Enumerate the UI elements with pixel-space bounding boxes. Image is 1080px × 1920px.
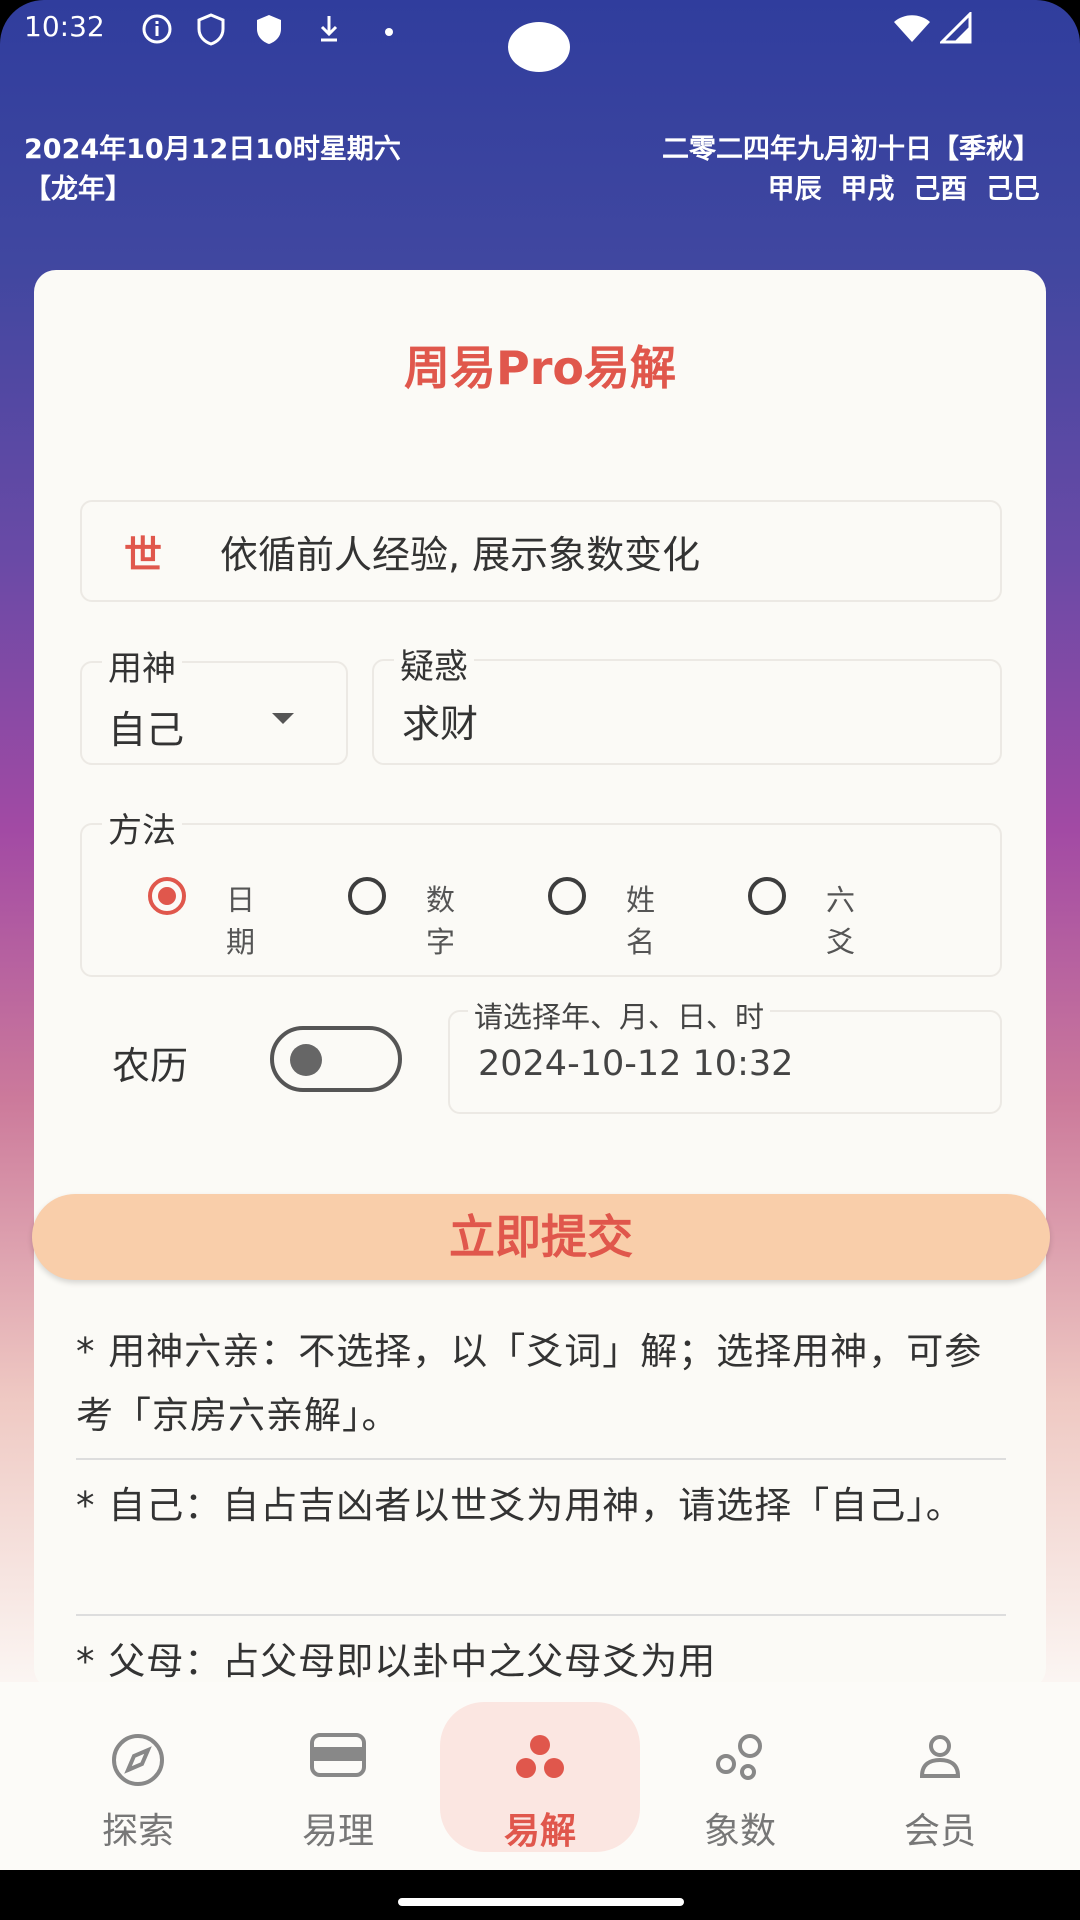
divider — [76, 1458, 1006, 1460]
nav-label: 象数 — [703, 1811, 776, 1852]
radio-liuyao-label: 六爻 — [826, 883, 856, 959]
lunar-label: 农历 — [112, 1044, 189, 1088]
radio-date-label: 日期 — [226, 883, 256, 959]
nav-theory[interactable]: 易理 — [258, 1702, 418, 1852]
radio-liuyao[interactable] — [748, 877, 786, 915]
question-value: 求财 — [402, 702, 479, 746]
nav-explore[interactable]: 探索 — [58, 1702, 218, 1852]
ganzhi-line: 甲辰 甲戌 己酉 己巳 — [767, 174, 1040, 205]
question-field[interactable]: 疑惑 求财 — [372, 639, 1002, 765]
datetime-label: 请选择年、月、日、时 — [468, 994, 771, 1036]
toggle-knob — [290, 1044, 322, 1076]
motto-text: 依循前人经验, 展示象数变化 — [220, 533, 701, 577]
card-icon — [309, 1732, 367, 1782]
info-icon — [140, 12, 174, 50]
radio-number[interactable] — [348, 877, 386, 915]
status-time: 10:32 — [24, 10, 105, 43]
wifi-icon — [892, 12, 932, 48]
divider — [76, 1614, 1006, 1616]
radio-date[interactable] — [148, 877, 186, 915]
note-item: * 用神六亲：不选择，以「爻词」解；选择用神，可参考「京房六亲解」。 — [76, 1330, 983, 1437]
lunar-date-line: 二零二四年九月初十日【季秋】 — [662, 134, 1040, 165]
shi-char: 世 — [124, 533, 163, 577]
radio-name[interactable] — [548, 877, 586, 915]
dots-cluster-icon — [512, 1732, 568, 1786]
download-icon — [316, 12, 342, 50]
nav-label: 易理 — [301, 1811, 374, 1852]
nav-label: 易解 — [503, 1811, 576, 1852]
solar-date-line: 2024年10月12日10时星期六 — [24, 134, 401, 165]
lunar-toggle[interactable] — [270, 1026, 402, 1092]
nav-label: 会员 — [903, 1811, 976, 1852]
person-icon — [916, 1732, 964, 1784]
yongshen-label: 用神 — [102, 641, 182, 690]
datetime-value: 2024-10-12 10:32 — [478, 1044, 794, 1084]
form-card: 周易Pro易解 世 依循前人经验, 展示象数变化 用神 自己 疑惑 求财 方法 … — [32, 270, 1050, 1690]
note-item: * 自己：自占吉凶者以世爻为用神，请选择「自己」。 — [76, 1484, 964, 1527]
nav-member[interactable]: 会员 — [860, 1702, 1020, 1852]
circles-icon — [712, 1732, 768, 1788]
dot-icon — [384, 22, 394, 41]
camera-cutout — [508, 22, 570, 72]
home-indicator[interactable] — [398, 1898, 684, 1906]
lunar-date: 二零二四年九月初十日【季秋】 甲辰 甲戌 己酉 己巳 — [662, 130, 1040, 210]
motto-box: 世 依循前人经验, 展示象数变化 — [80, 500, 1002, 602]
yongshen-select[interactable]: 用神 自己 — [80, 641, 348, 765]
radio-number-label: 数字 — [426, 883, 456, 959]
page-title: 周易Pro易解 — [403, 341, 676, 395]
compass-icon — [110, 1732, 166, 1792]
solar-date: 2024年10月12日10时星期六 【龙年】 — [24, 130, 401, 210]
nav-numerology[interactable]: 象数 — [660, 1702, 820, 1852]
vpn-shield-icon — [254, 12, 284, 50]
nav-interpret[interactable]: 易解 — [440, 1702, 640, 1852]
chevron-down-icon — [272, 713, 294, 724]
nav-label: 探索 — [101, 1811, 174, 1852]
method-group: 方法 日期 数字 姓名 六爻 — [80, 803, 1002, 977]
submit-button[interactable]: 立即提交 — [32, 1194, 1050, 1280]
datetime-field[interactable]: 请选择年、月、日、时 2024-10-12 10:32 — [448, 994, 1002, 1114]
shield-icon — [196, 12, 226, 50]
method-label: 方法 — [102, 803, 182, 852]
year-tag: 【龙年】 — [24, 174, 132, 205]
radio-name-label: 姓名 — [626, 883, 656, 959]
signal-icon — [938, 10, 972, 48]
question-label: 疑惑 — [394, 639, 474, 688]
app-screen: 10:32 2024年10月12日10时星期六 【龙年】 二零二四年九月初十日【… — [0, 0, 1080, 1870]
yongshen-value: 自己 — [108, 708, 185, 752]
bottom-nav: 探索 易理 易解 象数 会员 — [0, 1682, 1080, 1870]
